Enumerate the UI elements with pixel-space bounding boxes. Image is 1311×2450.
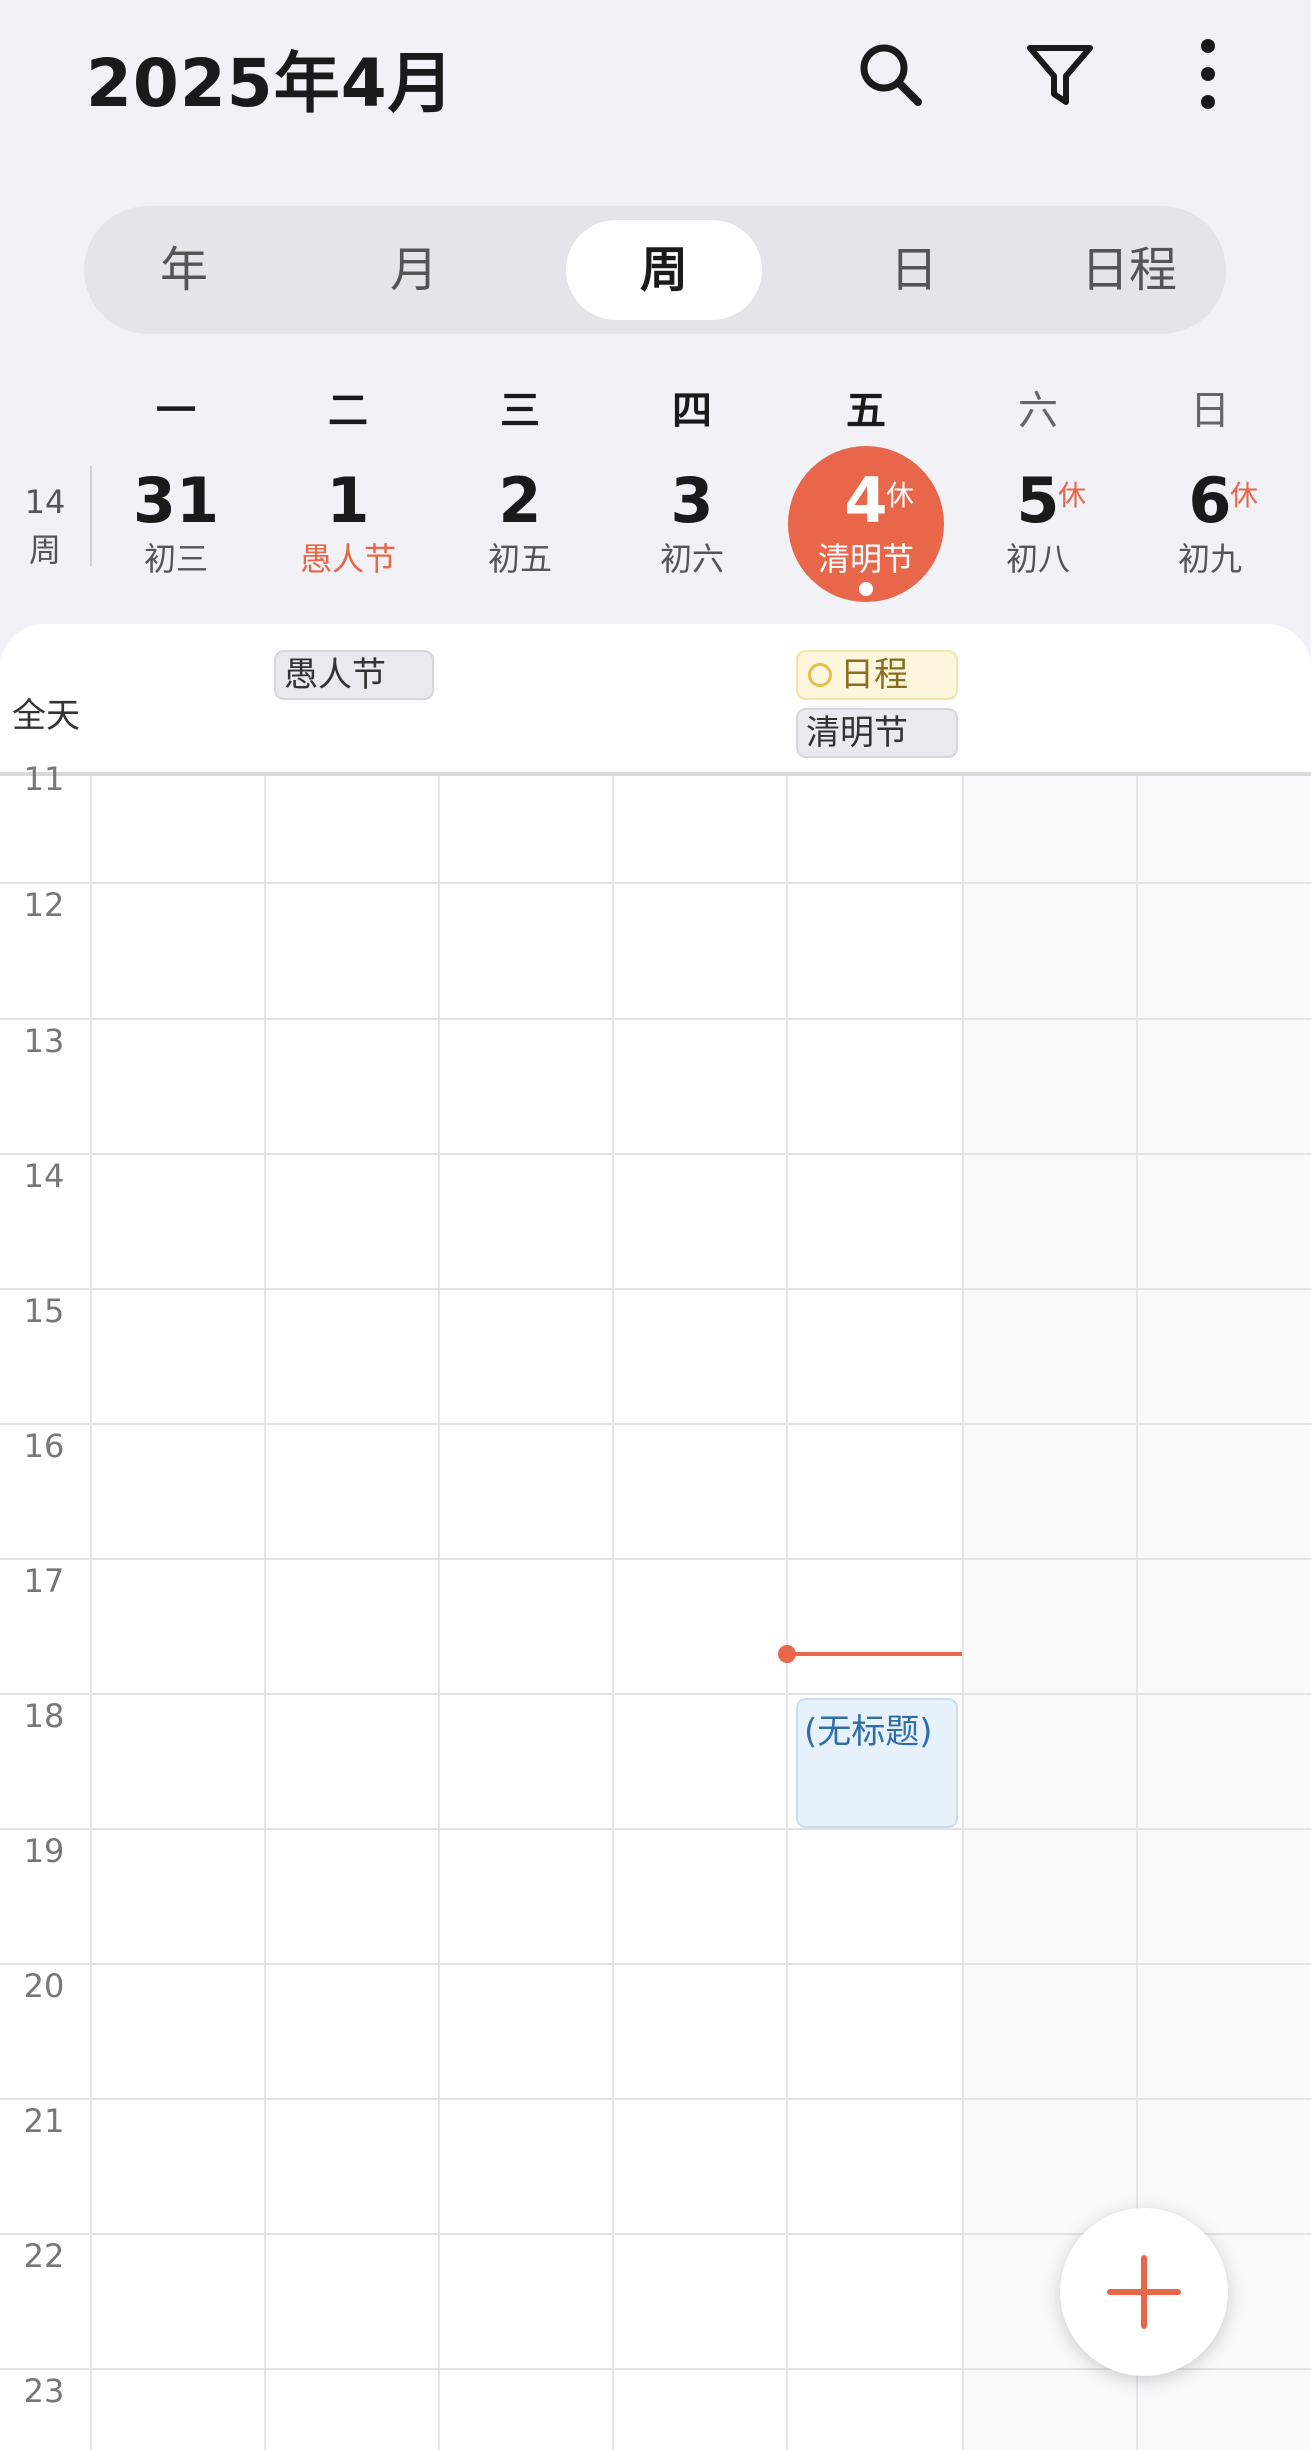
weekday-mon: 一 [156, 388, 196, 434]
hour-line [0, 1423, 1311, 1425]
weekday-sat: 六 [1018, 388, 1058, 434]
tab-month[interactable]: 月 [354, 220, 474, 320]
plus-icon [1107, 2255, 1181, 2329]
hour-label: 12 [23, 886, 65, 924]
column-divider [962, 776, 964, 2450]
tab-day[interactable]: 日 [854, 220, 974, 320]
column-divider [438, 776, 440, 2450]
more-vertical-icon[interactable] [1168, 36, 1248, 112]
weekday-sun: 日 [1190, 388, 1230, 434]
time-grid[interactable]: 11 12 13 14 15 16 17 18 19 20 21 22 23 (… [0, 760, 1311, 2450]
lunar-date: 初八 [1005, 540, 1070, 578]
week-number-suffix: 周 [28, 531, 61, 569]
search-icon[interactable] [852, 36, 928, 112]
hour-line [0, 1288, 1311, 1290]
current-time-dot [778, 1645, 796, 1663]
current-time-line [788, 1652, 962, 1656]
lunar-date: 初九 [1177, 540, 1242, 578]
event-title: (无标题) [804, 1712, 933, 1752]
day-number: 31 [132, 464, 220, 537]
lunar-date: 愚人节 [299, 540, 396, 578]
calendar-app: 2025年4月 年 月 周 日 日程 一 二 三 四 五 六 日 14 周 31… [0, 0, 1311, 2450]
column-divider [90, 776, 92, 2450]
page-title[interactable]: 2025年4月 [86, 30, 455, 126]
column-divider [786, 776, 788, 2450]
all-day-section: 全天 愚人节 日程 清明节 [0, 624, 1311, 774]
hour-line [0, 882, 1311, 884]
all-day-event[interactable]: 愚人节 [274, 650, 434, 700]
day-cell-sun[interactable]: 6 休 初九 [1124, 448, 1296, 600]
hour-label: 11 [23, 760, 65, 798]
hour-label: 15 [23, 1292, 65, 1330]
hour-line [0, 1558, 1311, 1560]
circle-icon [808, 662, 832, 687]
column-divider [612, 776, 614, 2450]
tab-year[interactable]: 年 [124, 220, 244, 320]
hour-label: 23 [23, 2372, 65, 2410]
day-number: 1 [326, 464, 370, 537]
day-cell-wed[interactable]: 2 初五 [434, 448, 606, 600]
week-number: 14 周 [14, 478, 76, 574]
lunar-date: 初六 [659, 540, 724, 578]
hour-label: 17 [23, 1562, 65, 1600]
hour-line [0, 2098, 1311, 2100]
hour-line [0, 1828, 1311, 1830]
weekday-wed: 三 [500, 388, 540, 434]
hour-line [0, 1153, 1311, 1155]
day-cell-tue[interactable]: 1 愚人节 [262, 448, 434, 600]
day-cell-thu[interactable]: 3 初六 [606, 448, 778, 600]
column-divider [264, 776, 266, 2450]
week-number-value: 14 [24, 483, 66, 521]
hour-line [0, 1018, 1311, 1020]
hour-label: 14 [23, 1157, 65, 1195]
hour-label: 20 [23, 1967, 65, 2005]
day-cell-sat[interactable]: 5 休 初八 [952, 448, 1124, 600]
all-day-label: 全天 [12, 696, 80, 736]
event-block[interactable]: (无标题) [796, 1698, 958, 1828]
rest-badge: 休 [1230, 479, 1259, 512]
weekday-tue: 二 [328, 388, 368, 434]
add-event-button[interactable] [1060, 2208, 1228, 2376]
hour-label: 18 [23, 1697, 65, 1735]
filter-icon[interactable] [1022, 36, 1098, 112]
day-number: 6 [1188, 464, 1232, 537]
hour-label: 21 [23, 2102, 65, 2140]
all-day-event[interactable]: 清明节 [796, 708, 958, 758]
hour-line [0, 1963, 1311, 1965]
lunar-date: 初五 [487, 540, 552, 578]
day-cell-mon[interactable]: 31 初三 [90, 448, 262, 600]
view-switcher: 年 月 周 日 日程 [84, 206, 1226, 334]
all-day-event-schedule[interactable]: 日程 [796, 650, 958, 700]
rest-badge: 休 [886, 479, 915, 512]
day-number: 2 [498, 464, 542, 537]
tab-schedule[interactable]: 日程 [1054, 220, 1204, 320]
lunar-date: 清明节 [817, 540, 914, 578]
day-cell-fri-today[interactable]: 4 休 清明节 [780, 448, 952, 600]
hour-label: 16 [23, 1427, 65, 1465]
hour-label: 13 [23, 1022, 65, 1060]
tab-week[interactable]: 周 [566, 220, 762, 320]
weekday-fri: 五 [846, 388, 886, 434]
rest-badge: 休 [1058, 479, 1087, 512]
lunar-date: 初三 [143, 540, 208, 578]
event-title: 日程 [840, 655, 908, 695]
day-number: 4 [844, 464, 888, 537]
hour-label: 19 [23, 1832, 65, 1870]
day-number: 5 [1016, 464, 1060, 537]
weekday-thu: 四 [672, 388, 712, 434]
hour-label: 22 [23, 2237, 65, 2275]
hour-line [0, 1693, 1311, 1695]
day-number: 3 [670, 464, 714, 537]
column-divider [1136, 776, 1138, 2450]
